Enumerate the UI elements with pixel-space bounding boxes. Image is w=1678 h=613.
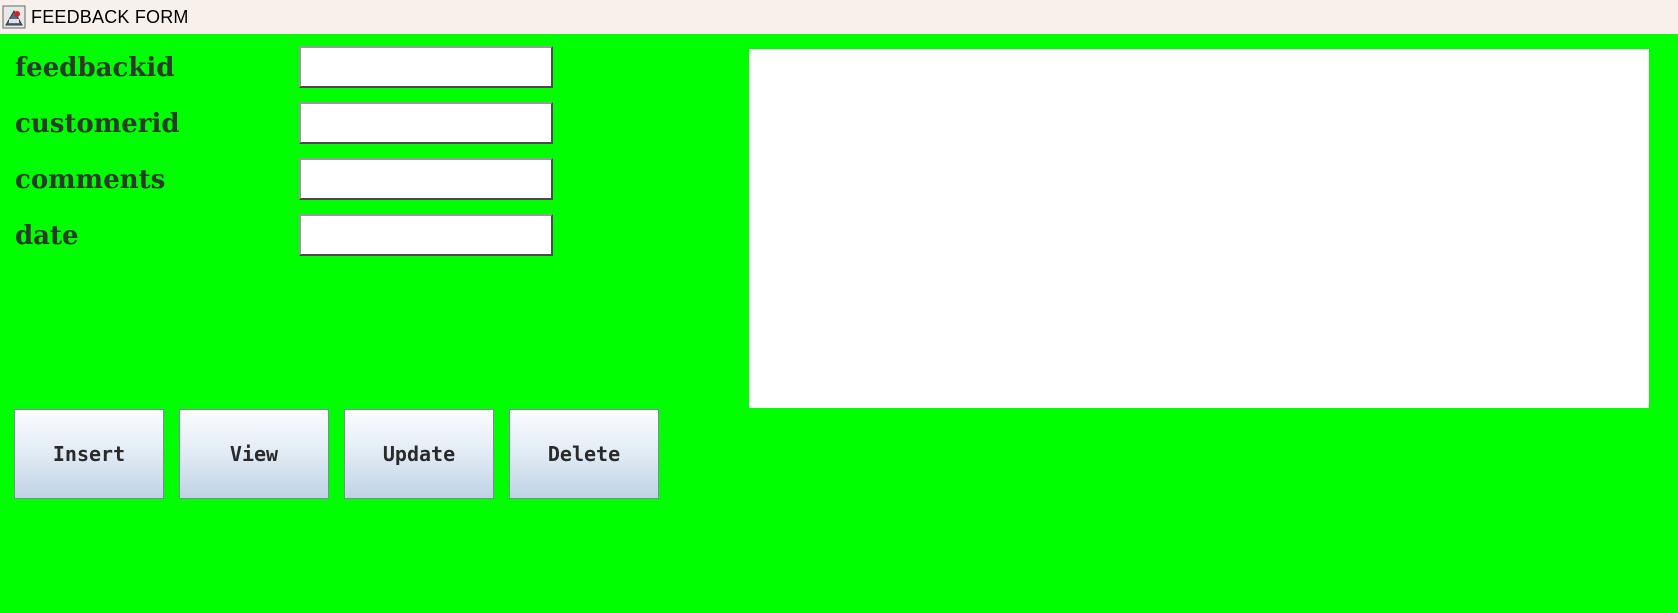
java-app-icon[interactable]	[2, 5, 26, 29]
output-text-area[interactable]	[749, 49, 1649, 408]
date-label: date	[15, 221, 79, 251]
update-button[interactable]: Update	[344, 409, 494, 499]
insert-button[interactable]: Insert	[14, 409, 164, 499]
form-panel: feedbackid customerid comments date Inse…	[0, 34, 1678, 613]
view-button[interactable]: View	[179, 409, 329, 499]
feedbackid-label: feedbackid	[15, 53, 175, 83]
customerid-label: customerid	[15, 109, 180, 139]
comments-label: comments	[15, 165, 166, 195]
feedbackid-field[interactable]	[299, 46, 553, 88]
delete-button[interactable]: Delete	[509, 409, 659, 499]
date-field[interactable]	[299, 214, 553, 256]
title-bar: FEEDBACK FORM	[0, 0, 1678, 34]
customerid-field[interactable]	[299, 102, 553, 144]
window-title: FEEDBACK FORM	[31, 7, 189, 27]
comments-field[interactable]	[299, 158, 553, 200]
